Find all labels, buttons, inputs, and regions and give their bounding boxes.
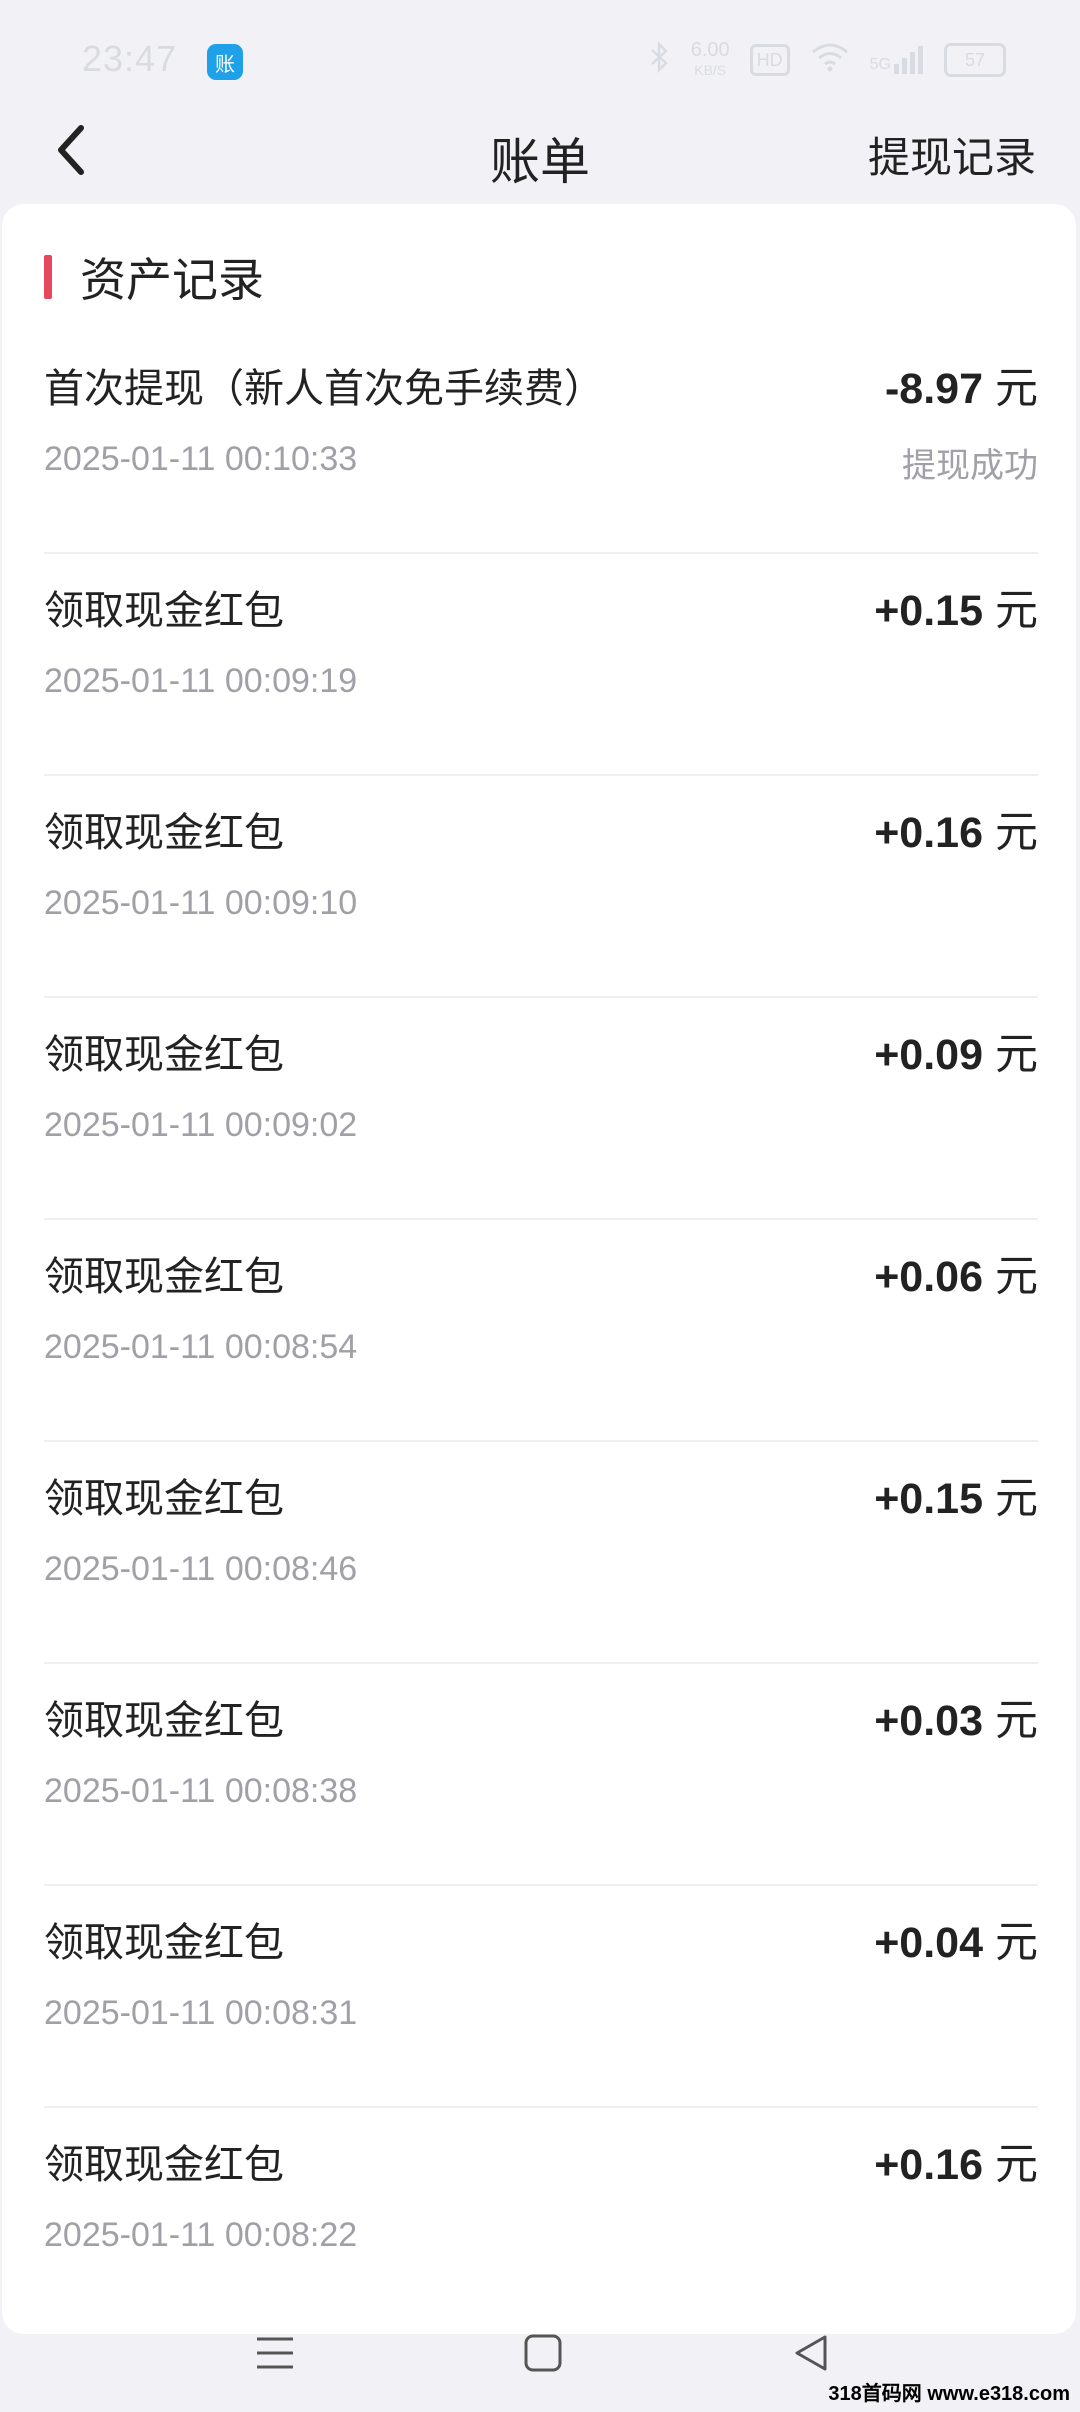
record-time: 2025-01-11 00:08:38 (44, 1772, 358, 1810)
record-row[interactable]: 领取现金红包 +0.16 元 2025-01-11 00:09:10 (44, 776, 1038, 998)
record-time: 2025-01-11 00:10:33 (44, 440, 358, 478)
record-amount: -8.97 元 (885, 354, 1038, 416)
records-list: 首次提现（新人首次免手续费） -8.97 元 2025-01-11 00:10:3… (44, 332, 1038, 2328)
record-time: 2025-01-11 00:08:31 (44, 1994, 358, 2032)
network-speed: 6.00 KB/S (690, 39, 730, 78)
record-amount-value: +0.04 (874, 1919, 983, 1967)
record-title: 领取现金红包 (44, 1033, 284, 1077)
signal-icon: 5G (870, 46, 924, 74)
record-title: 领取现金红包 (44, 1255, 284, 1299)
record-title: 领取现金红包 (44, 2143, 284, 2187)
menu-icon (257, 2337, 293, 2369)
record-amount: +0.15 元 (874, 576, 1038, 638)
record-amount-unit: 元 (995, 365, 1038, 413)
record-amount-value: +0.16 (874, 2141, 983, 2189)
record-status: 提现成功 (902, 447, 1038, 485)
battery-icon: 57 (944, 43, 1006, 77)
record-amount: +0.09 元 (874, 1020, 1038, 1082)
record-amount: +0.16 元 (874, 2130, 1038, 2192)
watermark: 318首码网 www.e318.com (828, 2383, 1070, 2405)
section-header: 资产记录 (44, 244, 264, 310)
record-time: 2025-01-11 00:08:46 (44, 1550, 358, 1588)
record-row[interactable]: 领取现金红包 +0.15 元 2025-01-11 00:09:19 (44, 554, 1038, 776)
menu-button[interactable] (240, 2318, 310, 2388)
record-amount-unit: 元 (995, 1031, 1038, 1079)
wifi-icon (810, 42, 850, 79)
withdrawal-records-link[interactable]: 提现记录 (868, 124, 1036, 185)
hd-badge: HD (749, 44, 790, 76)
system-nav-bar: 318首码网 www.e318.com (0, 2290, 1080, 2412)
section-title: 资产记录 (80, 254, 264, 306)
status-time: 23:47 (82, 38, 178, 79)
record-amount-value: +0.15 (874, 1475, 983, 1523)
record-amount-value: +0.03 (874, 1697, 983, 1745)
record-time: 2025-01-11 00:08:22 (44, 2216, 358, 2254)
record-row[interactable]: 领取现金红包 +0.09 元 2025-01-11 00:09:02 (44, 998, 1038, 1220)
record-amount: +0.03 元 (874, 1686, 1038, 1748)
record-title: 领取现金红包 (44, 811, 284, 855)
record-amount: +0.15 元 (874, 1464, 1038, 1526)
record-amount-unit: 元 (995, 1253, 1038, 1301)
record-time: 2025-01-11 00:08:54 (44, 1328, 358, 1366)
home-icon (524, 2334, 562, 2372)
record-time: 2025-01-11 00:09:02 (44, 1106, 358, 1144)
record-row[interactable]: 领取现金红包 +0.06 元 2025-01-11 00:08:54 (44, 1220, 1038, 1442)
record-time: 2025-01-11 00:09:10 (44, 884, 358, 922)
record-amount-unit: 元 (995, 809, 1038, 857)
record-title: 首次提现（新人首次免手续费） (44, 367, 604, 411)
record-row[interactable]: 领取现金红包 +0.03 元 2025-01-11 00:08:38 (44, 1664, 1038, 1886)
record-amount-value: +0.06 (874, 1253, 983, 1301)
record-row[interactable]: 领取现金红包 +0.15 元 2025-01-11 00:08:46 (44, 1442, 1038, 1664)
home-button[interactable] (508, 2318, 578, 2388)
record-amount-unit: 元 (995, 1697, 1038, 1745)
asset-records-card: 资产记录 首次提现（新人首次免手续费） -8.97 元 2025-01-11 00… (2, 204, 1076, 2334)
record-amount: +0.16 元 (874, 798, 1038, 860)
record-amount: +0.04 元 (874, 1908, 1038, 1970)
bluetooth-icon (649, 40, 671, 80)
record-amount: +0.06 元 (874, 1242, 1038, 1304)
record-amount-unit: 元 (995, 1475, 1038, 1523)
record-title: 领取现金红包 (44, 589, 284, 633)
record-time: 2025-01-11 00:09:19 (44, 662, 358, 700)
record-amount-unit: 元 (995, 2141, 1038, 2189)
record-title: 领取现金红包 (44, 1921, 284, 1965)
record-row[interactable]: 领取现金红包 +0.04 元 2025-01-11 00:08:31 (44, 1886, 1038, 2108)
record-amount-unit: 元 (995, 587, 1038, 635)
record-amount-value: +0.16 (874, 809, 983, 857)
section-accent-bar (44, 255, 52, 299)
app-notification-icon: 账 (207, 44, 243, 80)
record-amount-unit: 元 (995, 1919, 1038, 1967)
record-row[interactable]: 首次提现（新人首次免手续费） -8.97 元 2025-01-11 00:10:3… (44, 332, 1038, 554)
record-amount-value: -8.97 (884, 365, 983, 413)
record-title: 领取现金红包 (44, 1477, 284, 1521)
triangle-back-icon (795, 2335, 827, 2371)
record-amount-value: +0.15 (874, 587, 983, 635)
record-title: 领取现金红包 (44, 1699, 284, 1743)
status-icons: 6.00 KB/S HD 5G 57 (649, 40, 1006, 80)
header: 账单 提现记录 (0, 100, 1080, 200)
record-amount-value: +0.09 (874, 1031, 983, 1079)
